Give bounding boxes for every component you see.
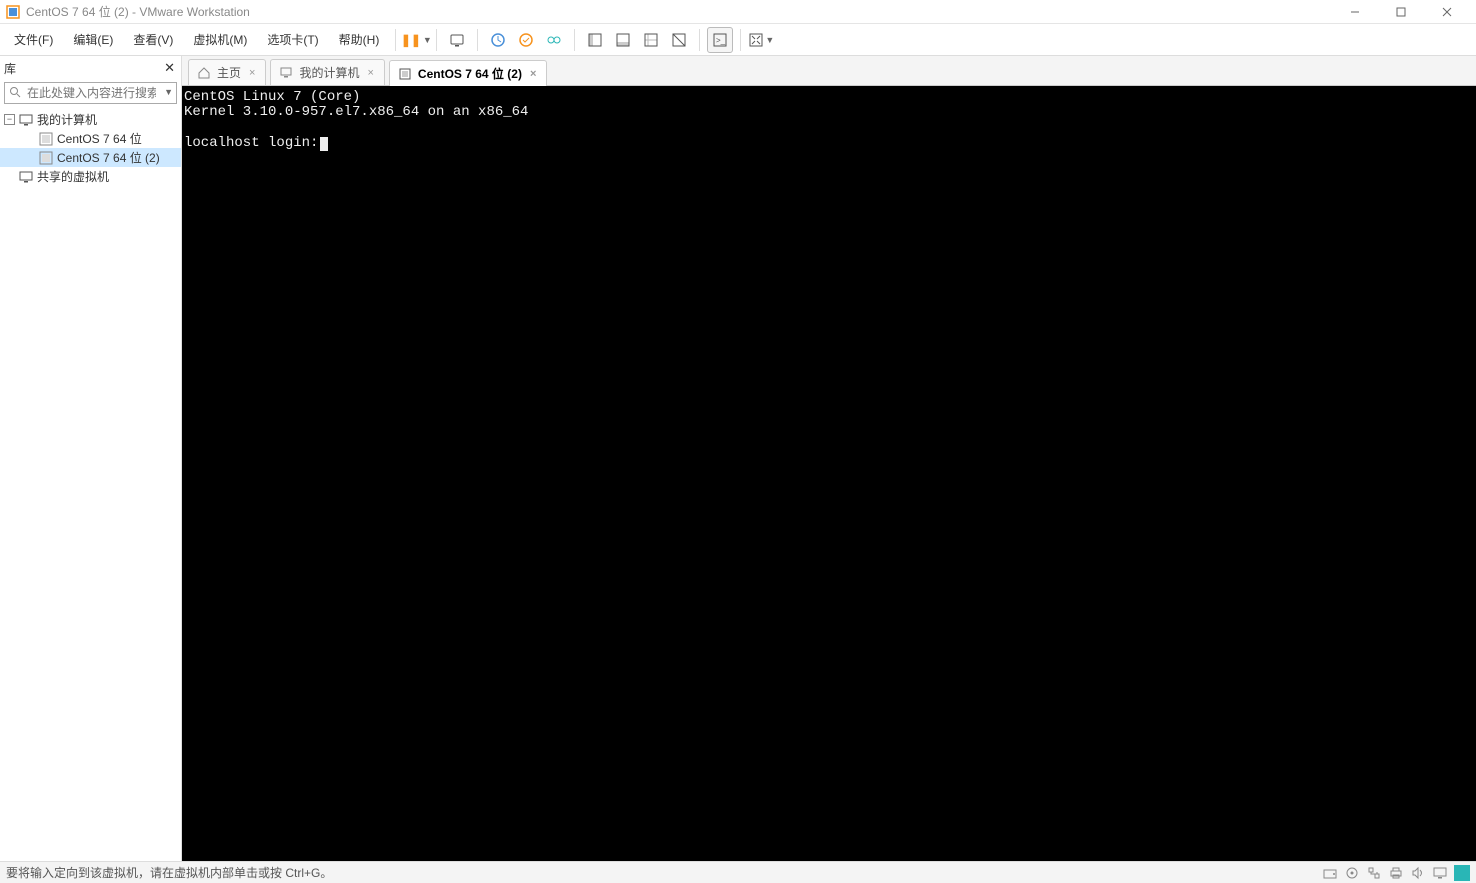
search-input[interactable] (4, 82, 177, 104)
fullscreen-button[interactable]: ▼ (748, 27, 774, 53)
view-bottombar-button[interactable] (610, 27, 636, 53)
sidebar-title: 库 (4, 60, 16, 77)
tab-home[interactable]: 主页 × (188, 59, 266, 85)
svg-text:>_: >_ (716, 36, 726, 45)
monitor-icon (19, 113, 33, 127)
tab-centos-2[interactable]: CentOS 7 64 位 (2) × (389, 60, 547, 86)
menu-edit[interactable]: 编辑(E) (63, 27, 123, 52)
manage-snapshot-button[interactable] (541, 27, 567, 53)
search-dropdown-icon[interactable]: ▼ (164, 87, 173, 97)
tree-root-my-computer[interactable]: − 我的计算机 (0, 110, 181, 129)
menu-file[interactable]: 文件(F) (4, 27, 63, 52)
view-sidebar-button[interactable] (582, 27, 608, 53)
tab-close-icon[interactable]: × (365, 67, 375, 79)
status-icons (1322, 865, 1470, 881)
pause-button[interactable]: ❚❚▼ (403, 27, 429, 53)
sidebar-search: ▼ (4, 82, 177, 104)
statusbar: 要将输入定向到该虚拟机，请在虚拟机内部单击或按 Ctrl+G。 (0, 861, 1476, 883)
view-unity-button[interactable] (666, 27, 692, 53)
tree-item-centos-1[interactable]: CentOS 7 64 位 (0, 129, 181, 148)
separator (395, 29, 396, 51)
console-line: localhost login: (184, 135, 318, 151)
close-button[interactable] (1424, 0, 1470, 24)
revert-snapshot-button[interactable] (513, 27, 539, 53)
status-text: 要将输入定向到该虚拟机，请在虚拟机内部单击或按 Ctrl+G。 (6, 864, 332, 881)
main-area: 库 ✕ ▼ − 我的计算机 CentOS 7 64 (0, 56, 1476, 861)
cursor (320, 137, 328, 151)
tree-item-shared[interactable]: 共享的虚拟机 (0, 167, 181, 186)
separator (740, 29, 741, 51)
separator (477, 29, 478, 51)
search-icon (9, 86, 21, 101)
menu-tabs[interactable]: 选项卡(T) (257, 27, 328, 52)
window-title: CentOS 7 64 位 (2) - VMware Workstation (26, 3, 1332, 20)
sidebar-header: 库 ✕ (0, 56, 181, 80)
tab-label: 主页 (217, 64, 241, 81)
menu-help[interactable]: 帮助(H) (329, 27, 390, 52)
sidebar-close-icon[interactable]: ✕ (162, 58, 177, 78)
separator (436, 29, 437, 51)
tree-label: 我的计算机 (37, 111, 97, 128)
window-controls (1332, 0, 1470, 24)
tree-label: CentOS 7 64 位 (57, 130, 142, 147)
tree-item-centos-2[interactable]: CentOS 7 64 位 (2) (0, 148, 181, 167)
maximize-button[interactable] (1378, 0, 1424, 24)
status-indicator[interactable] (1454, 865, 1470, 881)
vm-console[interactable]: CentOS Linux 7 (Core) Kernel 3.10.0-957.… (182, 86, 1476, 861)
tree-label: CentOS 7 64 位 (2) (57, 149, 160, 166)
tab-my-computer[interactable]: 我的计算机 × (270, 59, 384, 85)
tab-label: CentOS 7 64 位 (2) (418, 65, 522, 82)
vmware-app-icon (6, 5, 20, 19)
sidebar: 库 ✕ ▼ − 我的计算机 CentOS 7 64 (0, 56, 182, 861)
tab-label: 我的计算机 (299, 64, 359, 81)
printer-icon[interactable] (1388, 865, 1404, 881)
monitor-icon (279, 66, 293, 80)
minimize-button[interactable] (1332, 0, 1378, 24)
console-line: Kernel 3.10.0-957.el7.x86_64 on an x86_6… (184, 104, 528, 120)
tab-close-icon[interactable]: × (528, 68, 538, 80)
tree-label: 共享的虚拟机 (37, 168, 109, 185)
snapshot-button[interactable] (485, 27, 511, 53)
titlebar: CentOS 7 64 位 (2) - VMware Workstation (0, 0, 1476, 24)
display-icon[interactable] (1432, 865, 1448, 881)
menubar: 文件(F) 编辑(E) 查看(V) 虚拟机(M) 选项卡(T) 帮助(H) ❚❚… (0, 24, 1476, 56)
sound-icon[interactable] (1410, 865, 1426, 881)
vm-icon (39, 151, 53, 165)
vm-icon (398, 67, 412, 81)
content-area: 主页 × 我的计算机 × CentOS 7 64 位 (2) × CentOS … (182, 56, 1476, 861)
cd-icon[interactable] (1344, 865, 1360, 881)
view-thumbnail-button[interactable] (638, 27, 664, 53)
vm-icon (39, 132, 53, 146)
console-view-button[interactable]: >_ (707, 27, 733, 53)
library-tree: − 我的计算机 CentOS 7 64 位 CentOS 7 64 位 (2) (0, 108, 181, 861)
network-icon[interactable] (1366, 865, 1382, 881)
menu-vm[interactable]: 虚拟机(M) (183, 27, 257, 52)
separator (574, 29, 575, 51)
home-icon (197, 66, 211, 80)
separator (699, 29, 700, 51)
collapse-icon[interactable]: − (4, 114, 15, 125)
disk-icon[interactable] (1322, 865, 1338, 881)
menu-view[interactable]: 查看(V) (123, 27, 183, 52)
send-ctrl-alt-del-button[interactable] (444, 27, 470, 53)
tabs-row: 主页 × 我的计算机 × CentOS 7 64 位 (2) × (182, 56, 1476, 86)
tab-close-icon[interactable]: × (247, 67, 257, 79)
console-line: CentOS Linux 7 (Core) (184, 89, 360, 105)
shared-icon (19, 170, 33, 184)
